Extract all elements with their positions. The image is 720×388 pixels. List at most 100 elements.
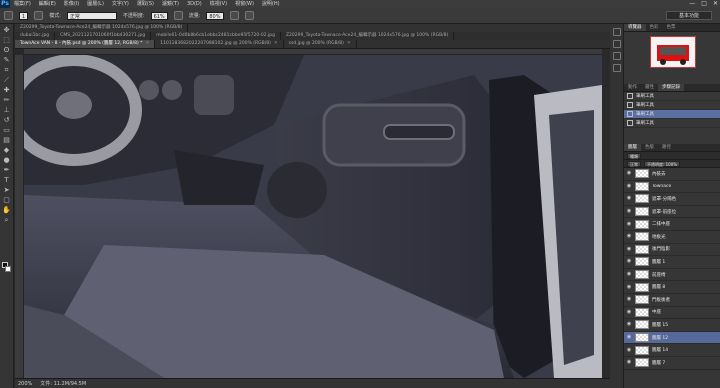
layer-row[interactable]: ◉ 圖層 8 [624,281,720,294]
visibility-eye-icon[interactable]: ◉ [626,347,632,353]
pressure-opacity-icon[interactable] [173,11,183,20]
history-brush-tool-icon[interactable]: ↺ [2,116,12,124]
layer-row[interactable]: ◉ 二排中座 [624,218,720,231]
properties-panel-icon[interactable] [612,40,621,48]
layer-opacity-field[interactable]: 不透明度: 100% [644,160,681,167]
tab-properties[interactable]: 屬性 [641,84,658,91]
tab-swatches[interactable]: 色票 [663,24,680,31]
visibility-eye-icon[interactable]: ◉ [626,234,632,239]
crop-tool-icon[interactable]: ⌗ [2,66,12,74]
layer-row[interactable]: ◉ 遮罩-前座位 [624,206,720,219]
menu-filter[interactable]: 濾鏡(T) [158,0,183,8]
stamp-tool-icon[interactable]: ⊥ [2,106,12,114]
layer-row[interactable]: ◉ 圖層 1 [624,256,720,269]
zoom-tool-icon[interactable]: ⌕ [2,216,12,224]
close-icon[interactable]: ✕ [713,0,718,8]
document-tab[interactable]: mobile01-0d0b8b6cb1ebbc2481cbbe95f5720-0… [151,32,281,40]
blur-tool-icon[interactable]: ◆ [2,146,12,154]
brush-panel-icon[interactable] [34,11,44,20]
quick-select-tool-icon[interactable]: ✎ [2,56,12,64]
document-tab[interactable]: ssd.jpg @ 200% (RGB/8) ✕ [284,40,357,48]
layer-row[interactable]: ◉ 圖層 15 [624,319,720,332]
healing-tool-icon[interactable]: ✚ [2,86,12,94]
vertical-scrollbar[interactable] [602,49,610,378]
document-tab[interactable]: 1101183682022207088102.jpg @ 200% (RGB/8… [155,40,284,48]
menu-edit[interactable]: 編輯(E) [35,0,60,8]
history-item[interactable]: 筆刷工具 [624,92,720,101]
gradient-tool-icon[interactable]: ▤ [2,136,12,144]
eyedropper-tool-icon[interactable]: ⟋ [2,76,12,84]
close-tab-icon[interactable]: ✕ [145,41,149,46]
visibility-eye-icon[interactable]: ◉ [626,246,632,252]
layer-row[interactable]: ◉ 後門陰影 [624,244,720,257]
tab-layers[interactable]: 圖層 [624,144,641,151]
visibility-eye-icon[interactable]: ◉ [626,284,632,290]
menu-type[interactable]: 文字(Y) [108,0,133,8]
visibility-eye-icon[interactable]: ◉ [626,196,632,201]
history-panel-icon[interactable] [612,28,621,36]
layer-row[interactable]: ◉ 遮罩-分隔色 [624,193,720,206]
visibility-eye-icon[interactable]: ◉ [626,309,632,315]
character-panel-icon[interactable] [612,52,621,60]
document-tab[interactable]: CMS_2021121701060f1bb430271.jpg [55,32,152,40]
menu-help[interactable]: 說明(H) [258,0,284,8]
menu-view[interactable]: 檢視(V) [206,0,231,8]
visibility-eye-icon[interactable]: ◉ [626,171,632,176]
tab-history[interactable]: 步驟記錄 [658,84,684,91]
layer-row[interactable]: ◉ 前座椅 [624,269,720,282]
minimize-icon[interactable]: — [689,0,695,8]
blend-mode-select[interactable]: 正常 [627,160,641,167]
navigator-thumbnail[interactable] [650,36,696,68]
visibility-eye-icon[interactable]: ◉ [626,259,632,264]
tab-channels[interactable]: 色版 [641,144,658,151]
menu-layer[interactable]: 圖層(L) [83,0,108,8]
lasso-tool-icon[interactable]: ʘ [2,46,12,54]
document-tab[interactable]: dubai1bc.jpg [15,32,56,40]
close-tab-icon[interactable]: ✕ [347,41,351,46]
path-select-tool-icon[interactable]: ➤ [2,186,12,194]
brush-size-field[interactable]: 1 [19,11,29,20]
menu-3d[interactable]: 3D(D) [183,0,206,8]
visibility-eye-icon[interactable]: ◉ [626,360,632,365]
tab-navigator[interactable]: 導覽器 [624,24,646,31]
visibility-eye-icon[interactable]: ◉ [626,322,632,327]
visibility-eye-icon[interactable]: ◉ [626,183,632,189]
brush-tool-icon[interactable]: ✏ [2,96,12,104]
layer-row-selected[interactable]: ◉ 圖層 12 [624,331,720,345]
layer-row[interactable]: ◉ 內裝去 [624,168,720,181]
close-tab-icon[interactable]: ✕ [274,41,278,46]
pen-tool-icon[interactable]: ✒ [2,166,12,174]
background-color-swatch[interactable] [5,266,11,272]
shape-tool-icon[interactable]: ▢ [2,196,12,204]
menu-select[interactable]: 選取(S) [133,0,158,8]
hand-tool-icon[interactable]: ✋ [2,206,12,214]
tab-color[interactable]: 色彩 [646,24,663,31]
workspace-select[interactable]: 基本功能 [666,11,712,20]
visibility-eye-icon[interactable]: ◉ [626,221,632,227]
tab-paths[interactable]: 路徑 [658,144,675,151]
layer-row[interactable]: ◉ Townace [624,181,720,194]
brush-preset-icon[interactable] [4,11,13,20]
type-tool-icon[interactable]: T [2,176,12,184]
history-item-selected[interactable]: 筆刷工具 [624,110,720,119]
ruler-vertical[interactable] [15,55,24,378]
mode-select[interactable]: 正常 [66,11,117,20]
layer-row[interactable]: ◉ 圖層 14 [624,344,720,357]
paragraph-panel-icon[interactable] [612,64,621,72]
layer-row[interactable]: ◉ 圖層 7 [624,357,720,370]
document-tab[interactable]: Z20299_Toyota-Townace-Ace24_編輯示器 1024x57… [281,32,455,40]
document-tab-active[interactable]: TownAce VAN - 8 - 內裝.psd @ 200% (圖層 12, … [15,40,156,48]
menu-file[interactable]: 檔案(F) [10,0,35,8]
airbrush-icon[interactable] [229,11,239,20]
visibility-eye-icon[interactable]: ◉ [626,335,632,340]
menu-image[interactable]: 影像(I) [60,0,83,8]
layer-kind-select[interactable]: 種類 [627,152,641,159]
tab-actions[interactable]: 動作 [624,84,641,91]
layer-row[interactable]: ◉ 門板後者 [624,294,720,307]
eraser-tool-icon[interactable]: ▭ [2,126,12,134]
maximize-icon[interactable]: □ [701,0,707,8]
visibility-eye-icon[interactable]: ◉ [626,297,632,302]
document-tab[interactable]: Z20299_Toyota-Townace-Ace24_編輯示器 1024x57… [15,24,189,32]
document-canvas[interactable] [24,55,602,378]
menu-window[interactable]: 視窗(W) [231,0,258,8]
